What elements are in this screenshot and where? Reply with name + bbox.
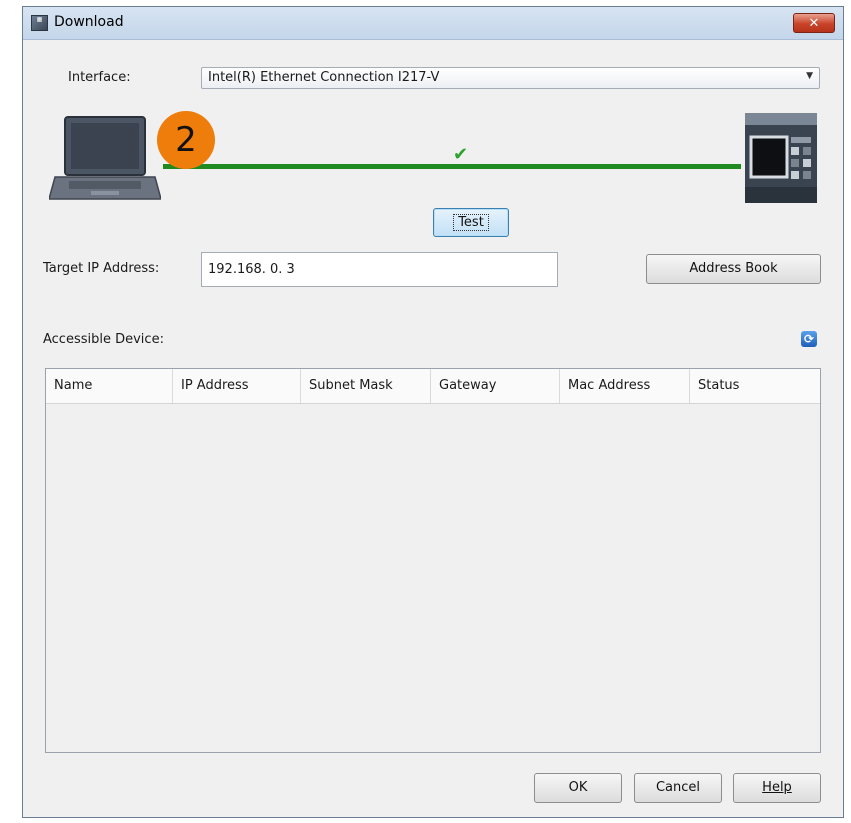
accessible-device-table[interactable]: Name IP Address Subnet Mask Gateway Mac … [45,368,821,753]
chevron-down-icon[interactable]: ▼ [806,71,813,81]
interface-label: Interface: [68,70,131,85]
column-header-gateway[interactable]: Gateway [431,369,560,403]
close-button[interactable]: ✕ [793,13,835,33]
plc-device-icon [745,113,817,203]
title-bar[interactable]: ▦ Download ✕ [23,7,843,40]
cancel-button[interactable]: Cancel [634,773,722,803]
test-button[interactable]: Test [433,208,509,237]
app-logo-icon: ▦ [31,15,48,31]
target-ip-input[interactable]: 192.168. 0. 3 [201,252,558,287]
accessible-device-label: Accessible Device: [43,332,164,347]
ok-button[interactable]: OK [534,773,622,803]
column-header-status[interactable]: Status [690,369,820,403]
download-dialog: ▦ Download ✕ Interface: Intel(R) Etherne… [22,6,844,818]
column-header-name[interactable]: Name [46,369,173,403]
interface-select[interactable]: Intel(R) Ethernet Connection I217-V ▼ [201,67,820,89]
column-header-ip-address[interactable]: IP Address [173,369,301,403]
checkmark-icon: ✔ [453,144,469,165]
step-badge: 2 [157,111,215,169]
window-title: Download [54,14,124,30]
interface-selected-value: Intel(R) Ethernet Connection I217-V [208,70,440,85]
help-button[interactable]: Help [733,773,821,803]
connection-line [163,164,741,169]
refresh-icon[interactable]: ⟳ [801,331,817,347]
column-header-mac-address[interactable]: Mac Address [560,369,690,403]
column-header-subnet-mask[interactable]: Subnet Mask [301,369,431,403]
target-ip-value: 192.168. 0. 3 [208,262,295,277]
address-book-button[interactable]: Address Book [646,254,821,284]
table-header: Name IP Address Subnet Mask Gateway Mac … [46,369,820,404]
laptop-icon [49,116,161,200]
test-button-label: Test [453,214,489,231]
target-ip-label: Target IP Address: [43,261,160,276]
